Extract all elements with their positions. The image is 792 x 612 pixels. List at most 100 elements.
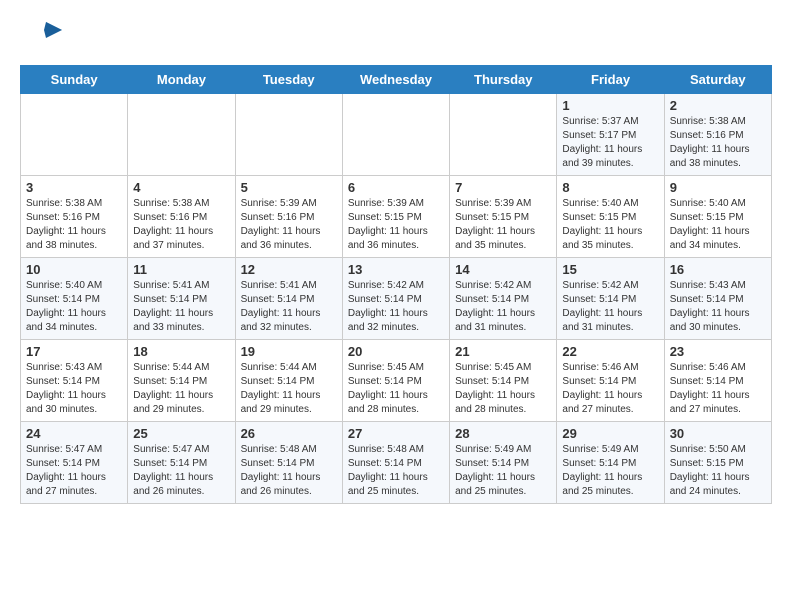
day-info-line: Daylight: 11 hours and 36 minutes. [241,225,337,253]
day-info-line: Sunrise: 5:46 AM [670,361,766,375]
calendar-cell: 11Sunrise: 5:41 AMSunset: 5:14 PMDayligh… [128,258,235,340]
day-info-line: Sunset: 5:14 PM [455,293,551,307]
day-info-line: Sunset: 5:15 PM [670,211,766,225]
day-info-line: Sunset: 5:14 PM [562,293,658,307]
day-info-line: Sunset: 5:15 PM [670,457,766,471]
day-number: 10 [26,262,122,277]
day-info-line: Daylight: 11 hours and 32 minutes. [241,307,337,335]
day-info-line: Daylight: 11 hours and 39 minutes. [562,143,658,171]
day-info-line: Daylight: 11 hours and 24 minutes. [670,471,766,499]
day-info-line: Sunrise: 5:37 AM [562,115,658,129]
weekday-header-sunday: Sunday [21,66,128,94]
calendar-cell: 3Sunrise: 5:38 AMSunset: 5:16 PMDaylight… [21,176,128,258]
day-info-line: Sunrise: 5:42 AM [455,279,551,293]
day-info-line: Sunrise: 5:42 AM [348,279,444,293]
day-number: 4 [133,180,229,195]
day-info-line: Sunrise: 5:41 AM [133,279,229,293]
day-info-line: Sunrise: 5:48 AM [241,443,337,457]
day-info-line: Sunrise: 5:41 AM [241,279,337,293]
calendar-table: SundayMondayTuesdayWednesdayThursdayFrid… [20,65,772,504]
day-info-line: Sunset: 5:14 PM [562,375,658,389]
day-info-line: Daylight: 11 hours and 29 minutes. [241,389,337,417]
day-number: 1 [562,98,658,113]
day-info-line: Sunrise: 5:40 AM [26,279,122,293]
logo-bird-icon [26,16,62,57]
day-info-line: Sunrise: 5:48 AM [348,443,444,457]
calendar-cell: 15Sunrise: 5:42 AMSunset: 5:14 PMDayligh… [557,258,664,340]
day-number: 30 [670,426,766,441]
day-info-line: Sunrise: 5:47 AM [133,443,229,457]
day-info-line: Sunrise: 5:49 AM [455,443,551,457]
calendar-cell: 21 Sunrise: 5:45 AMSunset: 5:14 PMDayligh… [450,340,557,422]
day-info-line: Sunset: 5:14 PM [241,293,337,307]
day-number: 14 [455,262,551,277]
calendar-cell: 23Sunrise: 5:46 AMSunset: 5:14 PMDayligh… [664,340,771,422]
day-info-line: Sunrise: 5:38 AM [670,115,766,129]
calendar-cell: 14 Sunrise: 5:42 AMSunset: 5:14 PMDayligh… [450,258,557,340]
day-info-line: Sunset: 5:14 PM [133,375,229,389]
day-info-line: Daylight: 11 hours and 25 minutes. [455,471,551,499]
day-info-line: Sunrise: 5:45 AM [455,361,551,375]
day-info-line: Sunset: 5:14 PM [670,293,766,307]
day-info-line: Daylight: 11 hours and 36 minutes. [348,225,444,253]
day-info-line: Sunset: 5:14 PM [670,375,766,389]
day-info-line: Sunrise: 5:39 AM [241,197,337,211]
day-info-line: Daylight: 11 hours and 28 minutes. [455,389,551,417]
day-number: 15 [562,262,658,277]
day-number: 19 [241,344,337,359]
day-number: 24 [26,426,122,441]
calendar-cell: 25Sunrise: 5:47 AMSunset: 5:14 PMDayligh… [128,422,235,504]
calendar-body: 1Sunrise: 5:37 AMSunset: 5:17 PMDaylight… [21,94,772,504]
calendar-cell: 8Sunrise: 5:40 AMSunset: 5:15 PMDaylight… [557,176,664,258]
day-info-line: Daylight: 11 hours and 25 minutes. [562,471,658,499]
header [20,16,772,57]
day-number: 6 [348,180,444,195]
calendar-cell: 28Sunrise: 5:49 AMSunset: 5:14 PMDayligh… [450,422,557,504]
day-info-line: Sunset: 5:14 PM [455,457,551,471]
weekday-header-row: SundayMondayTuesdayWednesdayThursdayFrid… [21,66,772,94]
day-info-line: Sunrise: 5:45 AM [348,361,444,375]
day-info-line: Daylight: 11 hours and 31 minutes. [455,307,551,335]
calendar-cell: 26Sunrise: 5:48 AMSunset: 5:14 PMDayligh… [235,422,342,504]
day-info-line: Daylight: 11 hours and 35 minutes. [562,225,658,253]
calendar-cell: 19Sunrise: 5:44 AMSunset: 5:14 PMDayligh… [235,340,342,422]
day-number: 16 [670,262,766,277]
day-info-line: Sunset: 5:16 PM [241,211,337,225]
day-info-line: Sunset: 5:14 PM [348,293,444,307]
day-info-line: Sunset: 5:14 PM [26,375,122,389]
day-number: 22 [562,344,658,359]
day-info-line: Sunset: 5:14 PM [348,457,444,471]
day-number: 9 [670,180,766,195]
day-info-line: Sunset: 5:17 PM [562,129,658,143]
calendar-cell [450,94,557,176]
calendar-cell: 7Sunrise: 5:39 AMSunset: 5:15 PMDaylight… [450,176,557,258]
calendar-cell [21,94,128,176]
day-number: 20 [348,344,444,359]
weekday-header-wednesday: Wednesday [342,66,449,94]
day-number: 17 [26,344,122,359]
day-info-line: Sunset: 5:14 PM [348,375,444,389]
calendar-cell: 12 Sunrise: 5:41 AMSunset: 5:14 PMDayligh… [235,258,342,340]
day-number: 3 [26,180,122,195]
calendar-cell: 6Sunrise: 5:39 AMSunset: 5:15 PMDaylight… [342,176,449,258]
calendar-cell: 24Sunrise: 5:47 AMSunset: 5:14 PMDayligh… [21,422,128,504]
day-info-line: Daylight: 11 hours and 37 minutes. [133,225,229,253]
day-info-line: Daylight: 11 hours and 33 minutes. [133,307,229,335]
calendar-cell: 13Sunrise: 5:42 AMSunset: 5:14 PMDayligh… [342,258,449,340]
day-info-line: Sunrise: 5:39 AM [455,197,551,211]
calendar-cell: 30Sunrise: 5:50 AMSunset: 5:15 PMDayligh… [664,422,771,504]
day-info-line: Sunrise: 5:49 AM [562,443,658,457]
day-info-line: Sunset: 5:14 PM [133,293,229,307]
day-number: 12 [241,262,337,277]
day-number: 21 [455,344,551,359]
day-number: 27 [348,426,444,441]
day-info-line: Sunset: 5:14 PM [26,293,122,307]
calendar-cell: 10Sunrise: 5:40 AMSunset: 5:14 PMDayligh… [21,258,128,340]
day-number: 7 [455,180,551,195]
day-info-line: Sunset: 5:14 PM [455,375,551,389]
calendar-cell: 27Sunrise: 5:48 AMSunset: 5:14 PMDayligh… [342,422,449,504]
calendar-cell: 5Sunrise: 5:39 AMSunset: 5:16 PMDaylight… [235,176,342,258]
day-number: 8 [562,180,658,195]
day-info-line: Sunrise: 5:40 AM [562,197,658,211]
day-info-line: Sunset: 5:16 PM [133,211,229,225]
